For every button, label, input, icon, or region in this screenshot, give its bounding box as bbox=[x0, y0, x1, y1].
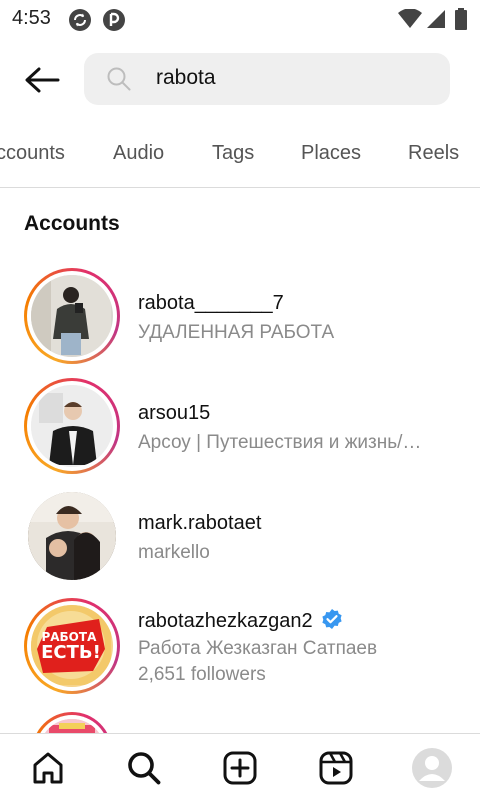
bottom-nav bbox=[0, 733, 480, 800]
avatar[interactable] bbox=[24, 378, 120, 474]
tab-accounts[interactable]: ccounts bbox=[0, 142, 65, 165]
plus-square-icon bbox=[223, 751, 257, 785]
arrow-left-icon bbox=[25, 67, 60, 93]
account-row[interactable]: arsou15 Арсоу | Путешествия и жизнь/… bbox=[0, 378, 480, 478]
tab-places[interactable]: Places bbox=[301, 142, 361, 165]
verified-badge-icon bbox=[321, 609, 342, 629]
search-query: rabota bbox=[156, 66, 216, 89]
account-username: rabota_______7 bbox=[138, 292, 284, 314]
nav-profile[interactable] bbox=[410, 746, 454, 790]
nav-create[interactable] bbox=[220, 748, 260, 788]
back-button[interactable] bbox=[20, 62, 64, 98]
profile-avatar-icon bbox=[412, 748, 452, 788]
search-icon bbox=[128, 752, 161, 785]
avatar-photo bbox=[31, 275, 111, 355]
account-username: mark.rabotaet bbox=[138, 512, 262, 534]
account-username: arsou15 bbox=[138, 402, 211, 424]
account-username: rabotazhezkazgan2 bbox=[138, 608, 343, 633]
account-row[interactable]: rabota_______7 УДАЛЕННАЯ РАБОТА bbox=[0, 268, 480, 368]
search-icon bbox=[107, 67, 131, 91]
status-time: 4:53 bbox=[12, 7, 51, 29]
avatar-photo: РАБОТА ЕСТЬ! bbox=[31, 605, 111, 685]
tab-audio[interactable]: Audio bbox=[113, 142, 164, 165]
account-row[interactable]: mark.rabotaet markello bbox=[0, 488, 480, 588]
battery-icon bbox=[455, 8, 467, 30]
account-row[interactable]: РАБОТА ЕСТЬ! rabotazhezkazgan2 Работа Же… bbox=[0, 598, 480, 718]
status-bar: 4:53 bbox=[0, 0, 480, 38]
avatar-logo-text: РАБОТА ЕСТЬ! bbox=[41, 630, 101, 663]
reels-icon bbox=[319, 751, 353, 785]
account-subtitle: markello bbox=[138, 542, 210, 563]
sync-icon bbox=[69, 9, 91, 31]
avatar[interactable]: РАБОТА ЕСТЬ! bbox=[24, 598, 120, 694]
nav-search[interactable] bbox=[124, 748, 164, 788]
app-notification-icon bbox=[103, 9, 125, 31]
avatar-photo bbox=[31, 385, 111, 465]
search-tabs: ccounts Audio Tags Places Reels bbox=[0, 130, 480, 188]
account-followers: 2,651 followers bbox=[138, 664, 266, 685]
account-subtitle: Арсоу | Путешествия и жизнь/… bbox=[138, 432, 422, 453]
avatar[interactable] bbox=[24, 268, 120, 364]
nav-reels[interactable] bbox=[316, 748, 356, 788]
tab-reels[interactable]: Reels bbox=[408, 142, 459, 165]
signal-icon bbox=[427, 10, 445, 28]
account-subtitle: УДАЛЕННАЯ РАБОТА bbox=[138, 322, 335, 343]
search-input[interactable]: rabota bbox=[84, 53, 450, 105]
avatar[interactable] bbox=[28, 492, 116, 580]
nav-home[interactable] bbox=[28, 748, 68, 788]
home-icon bbox=[33, 752, 63, 784]
wifi-icon bbox=[398, 9, 422, 28]
tab-tags[interactable]: Tags bbox=[212, 142, 254, 165]
section-title: Accounts bbox=[24, 212, 120, 235]
account-subtitle: Работа Жезказган Сатпаев bbox=[138, 638, 378, 659]
avatar-photo bbox=[28, 492, 116, 580]
